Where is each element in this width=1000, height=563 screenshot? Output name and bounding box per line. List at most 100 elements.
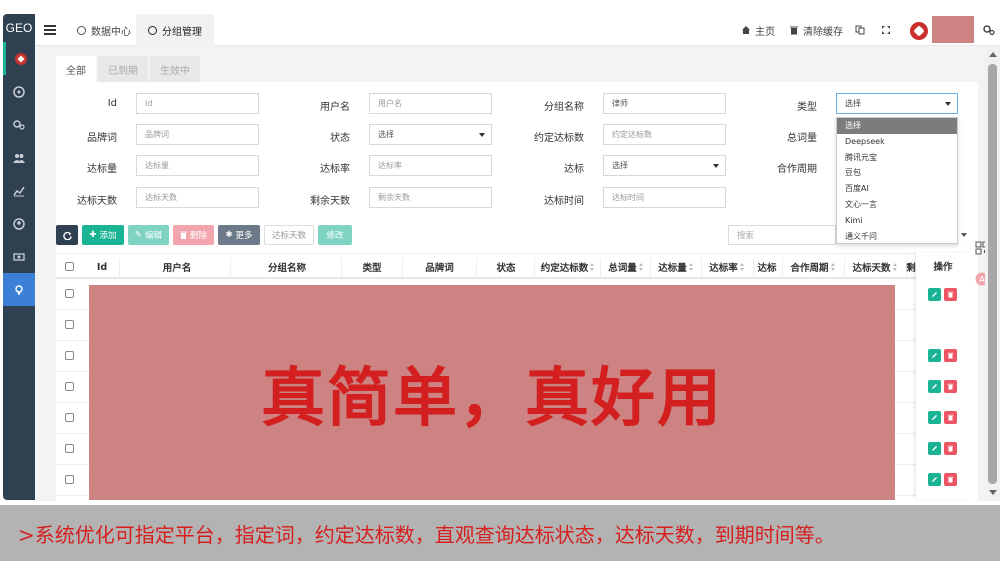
type-select[interactable]: 选择 bbox=[836, 93, 958, 114]
row-delete-button[interactable] bbox=[944, 380, 957, 393]
row-delete-button[interactable] bbox=[944, 473, 957, 486]
col-reach-count[interactable]: 达标量 bbox=[651, 254, 701, 280]
scroll-up-icon[interactable] bbox=[989, 52, 997, 57]
dropdown-option[interactable]: 豆包 bbox=[837, 165, 957, 181]
columns-toggle-button[interactable] bbox=[958, 225, 970, 245]
sidebar-item-finance[interactable] bbox=[3, 240, 35, 273]
brand-icon bbox=[14, 52, 27, 65]
row-edit-button[interactable] bbox=[928, 473, 941, 486]
clear-cache-button[interactable]: 清除缓存 bbox=[789, 14, 843, 46]
add-button[interactable]: ✚ 添加 bbox=[82, 225, 124, 245]
reach-rate-input[interactable]: 达标率 bbox=[369, 155, 492, 176]
gear-icon: ✱ bbox=[225, 230, 233, 240]
translate-button[interactable] bbox=[855, 14, 865, 46]
dropdown-option[interactable]: 通义千问 bbox=[837, 229, 957, 245]
row-checkbox[interactable] bbox=[65, 444, 74, 453]
sidebar-item-dashboard[interactable] bbox=[3, 75, 35, 108]
dropdown-option[interactable]: Deepseek bbox=[837, 134, 957, 150]
col-total-words[interactable]: 总词量 bbox=[601, 254, 651, 280]
sidebar-item-stats[interactable] bbox=[3, 174, 35, 207]
reach-time-input[interactable]: 达标时间 bbox=[603, 187, 726, 208]
row-edit-button[interactable] bbox=[928, 442, 941, 455]
dropdown-option[interactable]: 文心一言 bbox=[837, 197, 957, 213]
col-group-name[interactable]: 分组名称 bbox=[232, 254, 342, 280]
agreed-count-label: 约定达标数 bbox=[534, 133, 584, 144]
tab-all[interactable]: 全部 bbox=[56, 56, 96, 82]
id-input[interactable]: Id bbox=[136, 93, 259, 114]
col-type[interactable]: 类型 bbox=[342, 254, 402, 280]
row-checkbox[interactable] bbox=[65, 289, 74, 298]
row-edit-button[interactable] bbox=[928, 288, 941, 301]
agreed-count-input[interactable]: 约定达标数 bbox=[603, 124, 726, 145]
dropdown-option[interactable]: 腾讯元宝 bbox=[837, 150, 957, 166]
tab-expired[interactable]: 已到期 bbox=[98, 56, 148, 82]
scroll-down-icon[interactable] bbox=[989, 490, 997, 495]
reach-days-input[interactable]: 达标天数 bbox=[136, 187, 259, 208]
gears-icon[interactable] bbox=[983, 24, 995, 36]
dropdown-option[interactable]: 百度AI bbox=[837, 181, 957, 197]
remaining-days-input[interactable]: 剩余天数 bbox=[369, 187, 492, 208]
row-edit-button[interactable] bbox=[928, 380, 941, 393]
sidebar-item-tips[interactable] bbox=[3, 273, 35, 306]
row-checkbox[interactable] bbox=[65, 413, 74, 422]
col-agreed-count[interactable]: 约定达标数 bbox=[535, 254, 601, 280]
dropdown-option[interactable]: 选择 bbox=[837, 118, 957, 134]
row-checkbox[interactable] bbox=[65, 351, 74, 360]
table-search-input[interactable]: 搜索 bbox=[728, 225, 836, 245]
delete-button[interactable]: 删除 bbox=[173, 225, 214, 245]
group-name-input[interactable]: 律师 bbox=[603, 93, 726, 114]
sidebar-item-brand[interactable] bbox=[3, 42, 35, 75]
row-delete-button[interactable] bbox=[944, 442, 957, 455]
col-reach-rate[interactable]: 达标率 bbox=[701, 254, 753, 280]
trash-icon bbox=[947, 414, 954, 421]
col-brand-word[interactable]: 品牌词 bbox=[402, 254, 477, 280]
sidebar-item-profile[interactable] bbox=[3, 207, 35, 240]
scroll-thumb[interactable] bbox=[988, 64, 997, 484]
dashboard-icon bbox=[77, 25, 86, 35]
fullscreen-button[interactable] bbox=[881, 14, 891, 46]
feature-caption: >系统优化可指定平台，指定词，约定达标数，直观查询达标状态，达标天数，到期时间等… bbox=[0, 505, 1000, 561]
col-status[interactable]: 状态 bbox=[477, 254, 535, 280]
row-delete-button[interactable] bbox=[944, 288, 957, 301]
select-all-checkbox[interactable] bbox=[65, 262, 74, 271]
sidebar-item-users[interactable] bbox=[3, 141, 35, 174]
brand-word-input[interactable]: 品牌词 bbox=[136, 124, 259, 145]
sidebar-item-settings[interactable] bbox=[3, 108, 35, 141]
caption-text: >系统优化可指定平台，指定词，约定达标数，直观查询达标状态，达标天数，到期时间等… bbox=[18, 522, 835, 547]
tab-active[interactable]: 生效中 bbox=[150, 56, 200, 82]
row-delete-button[interactable] bbox=[944, 349, 957, 362]
refresh-button[interactable] bbox=[56, 225, 78, 245]
dropdown-option[interactable]: Kimi bbox=[837, 213, 957, 229]
col-id[interactable]: Id bbox=[82, 254, 122, 280]
tab-group-management[interactable]: 分组管理 bbox=[136, 14, 214, 46]
home-link[interactable]: 主页 bbox=[741, 14, 775, 46]
col-reached[interactable]: 达标 bbox=[753, 254, 781, 280]
status-tabs: 全部 已到期 生效中 bbox=[56, 56, 200, 82]
status-select[interactable]: 选择 bbox=[369, 124, 492, 145]
tab-data-center[interactable]: 数据中心 bbox=[65, 14, 143, 46]
modify-button[interactable]: 修改 bbox=[318, 225, 352, 245]
promo-overlay: 真简单，真好用 bbox=[89, 285, 895, 500]
menu-toggle-icon[interactable] bbox=[44, 23, 56, 37]
page-scrollbar[interactable] bbox=[985, 46, 1000, 501]
row-checkbox[interactable] bbox=[65, 475, 74, 484]
col-coop-period[interactable]: 合作周期 bbox=[782, 254, 844, 280]
more-button[interactable]: ✱ 更多 bbox=[218, 225, 260, 245]
reached-select[interactable]: 选择 bbox=[603, 155, 726, 176]
user-menu[interactable] bbox=[932, 16, 974, 43]
promo-slogan: 真简单，真好用 bbox=[261, 361, 723, 436]
row-delete-button[interactable] bbox=[944, 411, 957, 424]
reach-days-button[interactable]: 达标天数 bbox=[264, 225, 314, 245]
reach-count-input[interactable]: 达标量 bbox=[136, 155, 259, 176]
row-edit-button[interactable] bbox=[928, 411, 941, 424]
edit-button[interactable]: ✎ 编辑 bbox=[128, 225, 169, 245]
pencil-icon: ✎ bbox=[134, 230, 143, 240]
col-reach-days[interactable]: 达标天数 bbox=[844, 254, 906, 280]
username-input[interactable]: 用户名 bbox=[369, 93, 492, 114]
row-checkbox[interactable] bbox=[65, 382, 74, 391]
brand-avatar[interactable] bbox=[910, 22, 928, 40]
col-username[interactable]: 用户名 bbox=[122, 254, 232, 280]
trash-icon bbox=[179, 231, 187, 239]
row-checkbox[interactable] bbox=[65, 320, 74, 329]
row-edit-button[interactable] bbox=[928, 349, 941, 362]
